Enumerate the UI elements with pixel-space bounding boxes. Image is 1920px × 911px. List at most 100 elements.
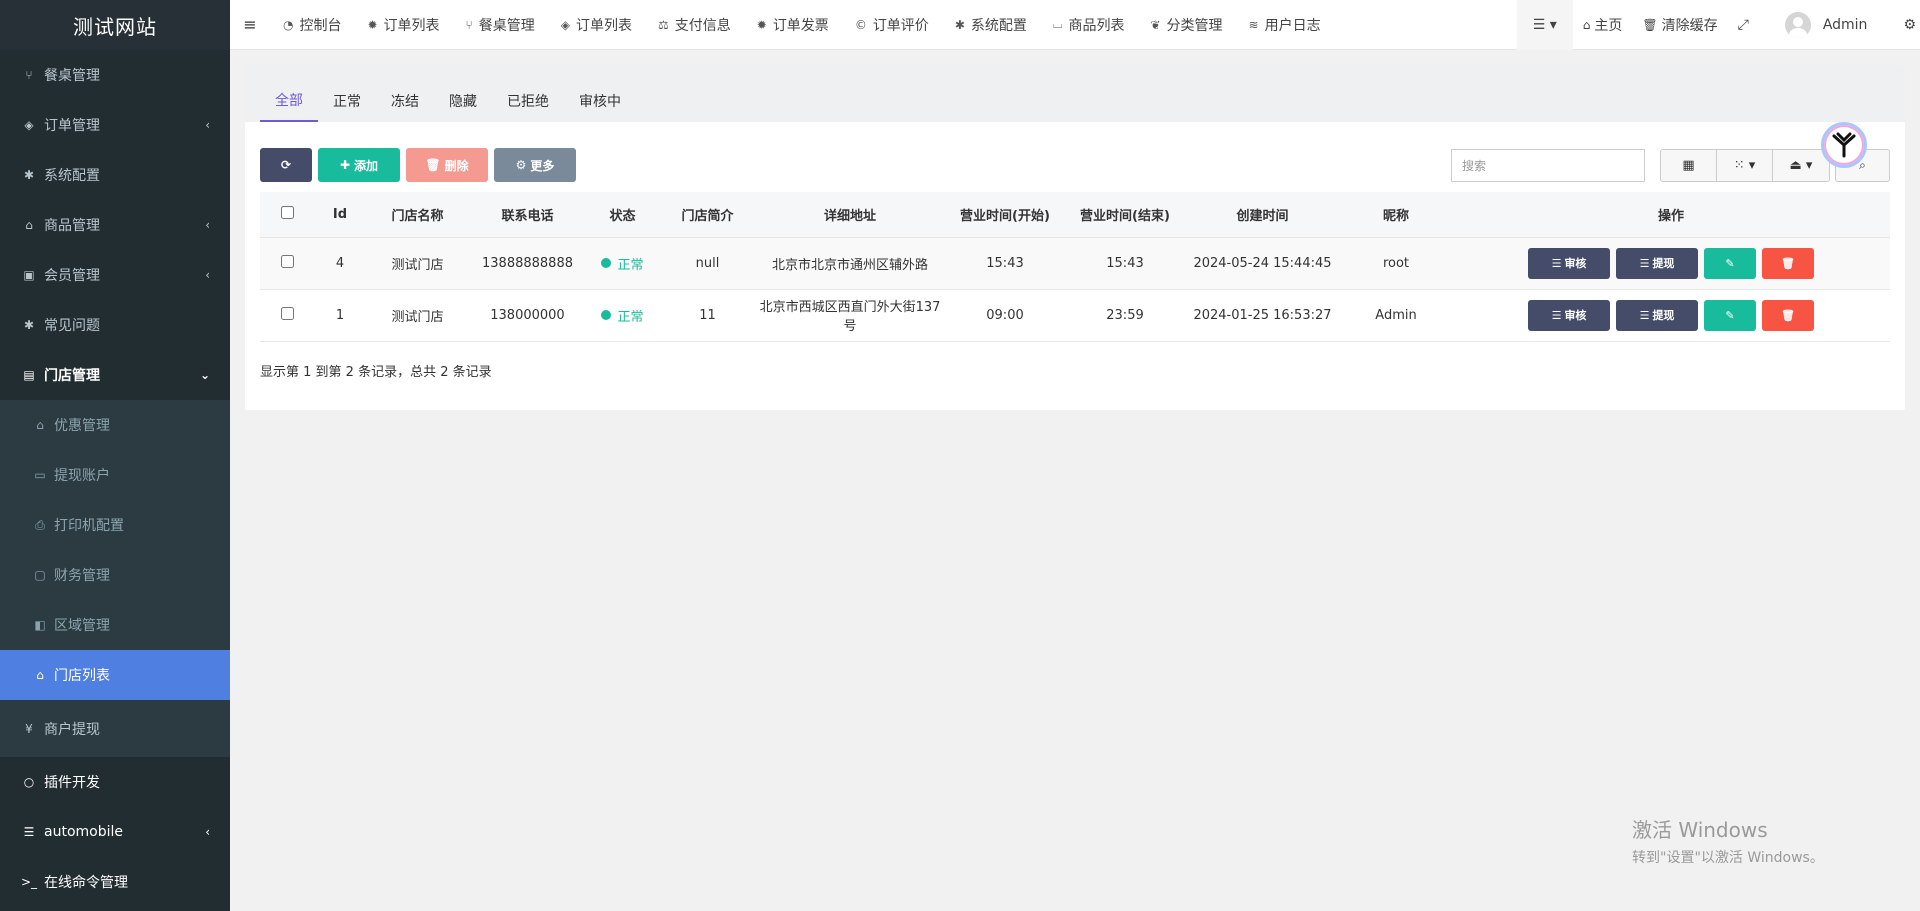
top-tab-payment-info[interactable]: ⚖ 支付信息 xyxy=(645,0,744,50)
tab-hidden[interactable]: 隐藏 xyxy=(434,80,492,122)
search-input[interactable] xyxy=(1451,149,1645,182)
more-button[interactable]: ⚙ 更多 xyxy=(494,148,576,182)
cell-created: 2024-05-24 15:44:45 xyxy=(1185,237,1340,290)
cube-icon: ◈ xyxy=(24,118,34,132)
sidebar-item-automobile[interactable]: ☰ automobile ‹ xyxy=(0,807,230,857)
add-button[interactable]: ✚ 添加 xyxy=(318,148,400,182)
sidebar-item-plugin-dev[interactable]: ○ 插件开发 xyxy=(0,757,230,807)
top-tab-category[interactable]: ❦ 分类管理 xyxy=(1137,0,1235,50)
status-tabs: 全部 正常 冻结 隐藏 已拒绝 审核中 xyxy=(245,65,1905,122)
floating-logo-icon[interactable] xyxy=(1821,122,1867,168)
top-tab-system-config[interactable]: ✱ 系统配置 xyxy=(942,0,1040,50)
tab-reviewing[interactable]: 审核中 xyxy=(564,80,636,122)
sidebar-item-merchant-withdraw[interactable]: ¥ 商户提现 xyxy=(0,700,230,757)
sidebar-item-printer-config[interactable]: ⎙ 打印机配置 xyxy=(0,500,230,550)
tab-rejected[interactable]: 已拒绝 xyxy=(492,80,564,122)
top-tab-label: 控制台 xyxy=(299,17,342,34)
asterisk-icon: ✱ xyxy=(954,17,965,32)
delete-row-button[interactable]: 🗑 xyxy=(1762,247,1814,279)
top-tab-table-management[interactable]: ⑂ 餐桌管理 xyxy=(453,0,548,50)
fullscreen-button[interactable]: ⤢ xyxy=(1728,0,1759,50)
chevron-left-icon: ‹ xyxy=(205,118,210,132)
col-header[interactable]: Id xyxy=(315,192,365,238)
col-header: 营业时间(开始) xyxy=(945,192,1065,238)
pencil-icon: ✎ xyxy=(1725,308,1735,322)
balance-scale-icon: ⚖ xyxy=(657,17,669,32)
top-tab-goods-list[interactable]: ⌴ 商品列表 xyxy=(1040,0,1138,50)
tab-frozen[interactable]: 冻结 xyxy=(376,80,434,122)
tab-dropdown-button[interactable]: ☰ ▾ xyxy=(1516,0,1573,50)
home-link[interactable]: ⌂ 主页 xyxy=(1573,0,1633,50)
audit-label: 审核 xyxy=(1564,309,1587,322)
tab-all[interactable]: 全部 xyxy=(260,80,318,122)
status-badge[interactable]: 正常 xyxy=(601,306,644,325)
sidebar-item-label: 商品管理 xyxy=(44,218,100,234)
cell-status: 正常 xyxy=(585,237,660,290)
toggle-view-button[interactable]: ▦ xyxy=(1661,150,1717,181)
asterisk-icon: ✱ xyxy=(23,168,35,182)
site-logo[interactable]: 测试网站 xyxy=(0,0,230,50)
audit-button[interactable]: ☰ 审核 xyxy=(1528,299,1610,331)
row-checkbox[interactable] xyxy=(281,254,294,268)
delete-label: 删除 xyxy=(444,158,469,173)
sidebar-item-withdraw-account[interactable]: ▭ 提现账户 xyxy=(0,450,230,500)
sidebar-item-system-config[interactable]: ✱ 系统配置 xyxy=(0,150,230,200)
top-tab-label: 餐桌管理 xyxy=(478,17,535,34)
columns-button[interactable]: ⁙ ▾ xyxy=(1717,150,1773,181)
sidebar-item-faq[interactable]: ✱ 常见问题 xyxy=(0,300,230,350)
sidebar-bottom: ○ 插件开发 ☰ automobile ‹ >_ 在线命令管理 xyxy=(0,757,230,907)
export-button[interactable]: ⏏ ▾ xyxy=(1773,150,1829,181)
withdraw-button[interactable]: ☰ 提现 xyxy=(1616,247,1698,279)
sidebar-item-member-management[interactable]: ▣ 会员管理 ‹ xyxy=(0,250,230,300)
top-tab-order-list-2[interactable]: ◈ 订单列表 xyxy=(548,0,645,50)
tab-normal[interactable]: 正常 xyxy=(318,80,376,122)
cell-nickname: root xyxy=(1340,237,1452,290)
gift-icon: ⌂ xyxy=(36,418,44,432)
row-select-cell xyxy=(260,289,315,342)
top-navbar: ≡ ◔ 控制台 ✹ 订单列表 ⑂ 餐桌管理 ◈ 订单列表 ⚖ 支付信息 ✹ 订单发票 © 订单… xyxy=(230,0,1920,50)
sidebar-item-discount[interactable]: ⌂ 优惠管理 xyxy=(0,400,230,450)
withdraw-button[interactable]: ☰ 提现 xyxy=(1616,299,1698,331)
row-checkbox[interactable] xyxy=(281,306,294,320)
top-tab-order-review[interactable]: © 订单评价 xyxy=(842,0,942,50)
top-tab-order-invoice[interactable]: ✹ 订单发票 xyxy=(744,0,842,50)
top-tab-order-list[interactable]: ✹ 订单列表 xyxy=(354,0,452,50)
sidebar-item-goods-management[interactable]: ⌂ 商品管理 ‹ xyxy=(0,200,230,250)
status-badge[interactable]: 正常 xyxy=(601,254,644,273)
plus-icon: ✚ xyxy=(339,158,351,172)
cell-nickname: Admin xyxy=(1340,289,1452,342)
sidebar: 测试网站 ⑂ 餐桌管理 ◈ 订单管理 ‹ ✱ 系统配置 ⌂ 商品管理 ‹ ▣ 会… xyxy=(0,0,230,911)
status-dot-icon xyxy=(601,310,612,320)
yen-icon: ¥ xyxy=(25,721,33,736)
audit-button[interactable]: ☰ 审核 xyxy=(1528,247,1610,279)
settings-button[interactable]: ⚙ xyxy=(1877,0,1920,50)
sidebar-menu: ⑂ 餐桌管理 ◈ 订单管理 ‹ ✱ 系统配置 ⌂ 商品管理 ‹ ▣ 会员管理 ‹… xyxy=(0,50,230,400)
sidebar-item-store-management[interactable]: ▤ 门店管理 ⌄ xyxy=(0,350,230,400)
top-tab-user-log[interactable]: ≋ 用户日志 xyxy=(1236,0,1334,50)
select-all-checkbox[interactable] xyxy=(281,205,294,219)
hamburger-icon[interactable]: ≡ xyxy=(230,15,270,34)
sidebar-item-label: 门店列表 xyxy=(54,668,110,684)
clear-cache-button[interactable]: 🗑 清除缓存 xyxy=(1632,0,1727,50)
delete-button[interactable]: 🗑 删除 xyxy=(406,148,488,182)
edit-button[interactable]: ✎ xyxy=(1704,247,1756,279)
sidebar-item-finance[interactable]: ▢ 财务管理 xyxy=(0,550,230,600)
refresh-button[interactable]: ⟳ xyxy=(260,148,312,182)
sidebar-item-label: 打印机配置 xyxy=(54,518,124,534)
withdraw-label: 提现 xyxy=(1652,257,1675,270)
audit-label: 审核 xyxy=(1564,257,1587,270)
trash-icon: 🗑 xyxy=(425,158,441,172)
store-submenu: ⌂ 优惠管理 ▭ 提现账户 ⎙ 打印机配置 ▢ 财务管理 ◧ 区域管理 ⌂ 门店… xyxy=(0,400,230,700)
sidebar-item-online-command[interactable]: >_ 在线命令管理 xyxy=(0,857,230,907)
top-tab-dashboard[interactable]: ◔ 控制台 xyxy=(270,0,354,50)
table-view-tools: ▦ ⁙ ▾ ⏏ ▾ xyxy=(1660,149,1830,182)
sidebar-item-store-list[interactable]: ⌂ 门店列表 xyxy=(0,650,230,700)
sidebar-item-order-management[interactable]: ◈ 订单管理 ‹ xyxy=(0,100,230,150)
print-icon: ⎙ xyxy=(35,517,45,532)
sidebar-item-table-management[interactable]: ⑂ 餐桌管理 xyxy=(0,50,230,100)
user-menu[interactable]: Admin xyxy=(1759,0,1878,50)
delete-row-button[interactable]: 🗑 xyxy=(1762,299,1814,331)
edit-button[interactable]: ✎ xyxy=(1704,299,1756,331)
top-tab-label: 支付信息 xyxy=(674,17,731,34)
sidebar-item-region[interactable]: ◧ 区域管理 xyxy=(0,600,230,650)
